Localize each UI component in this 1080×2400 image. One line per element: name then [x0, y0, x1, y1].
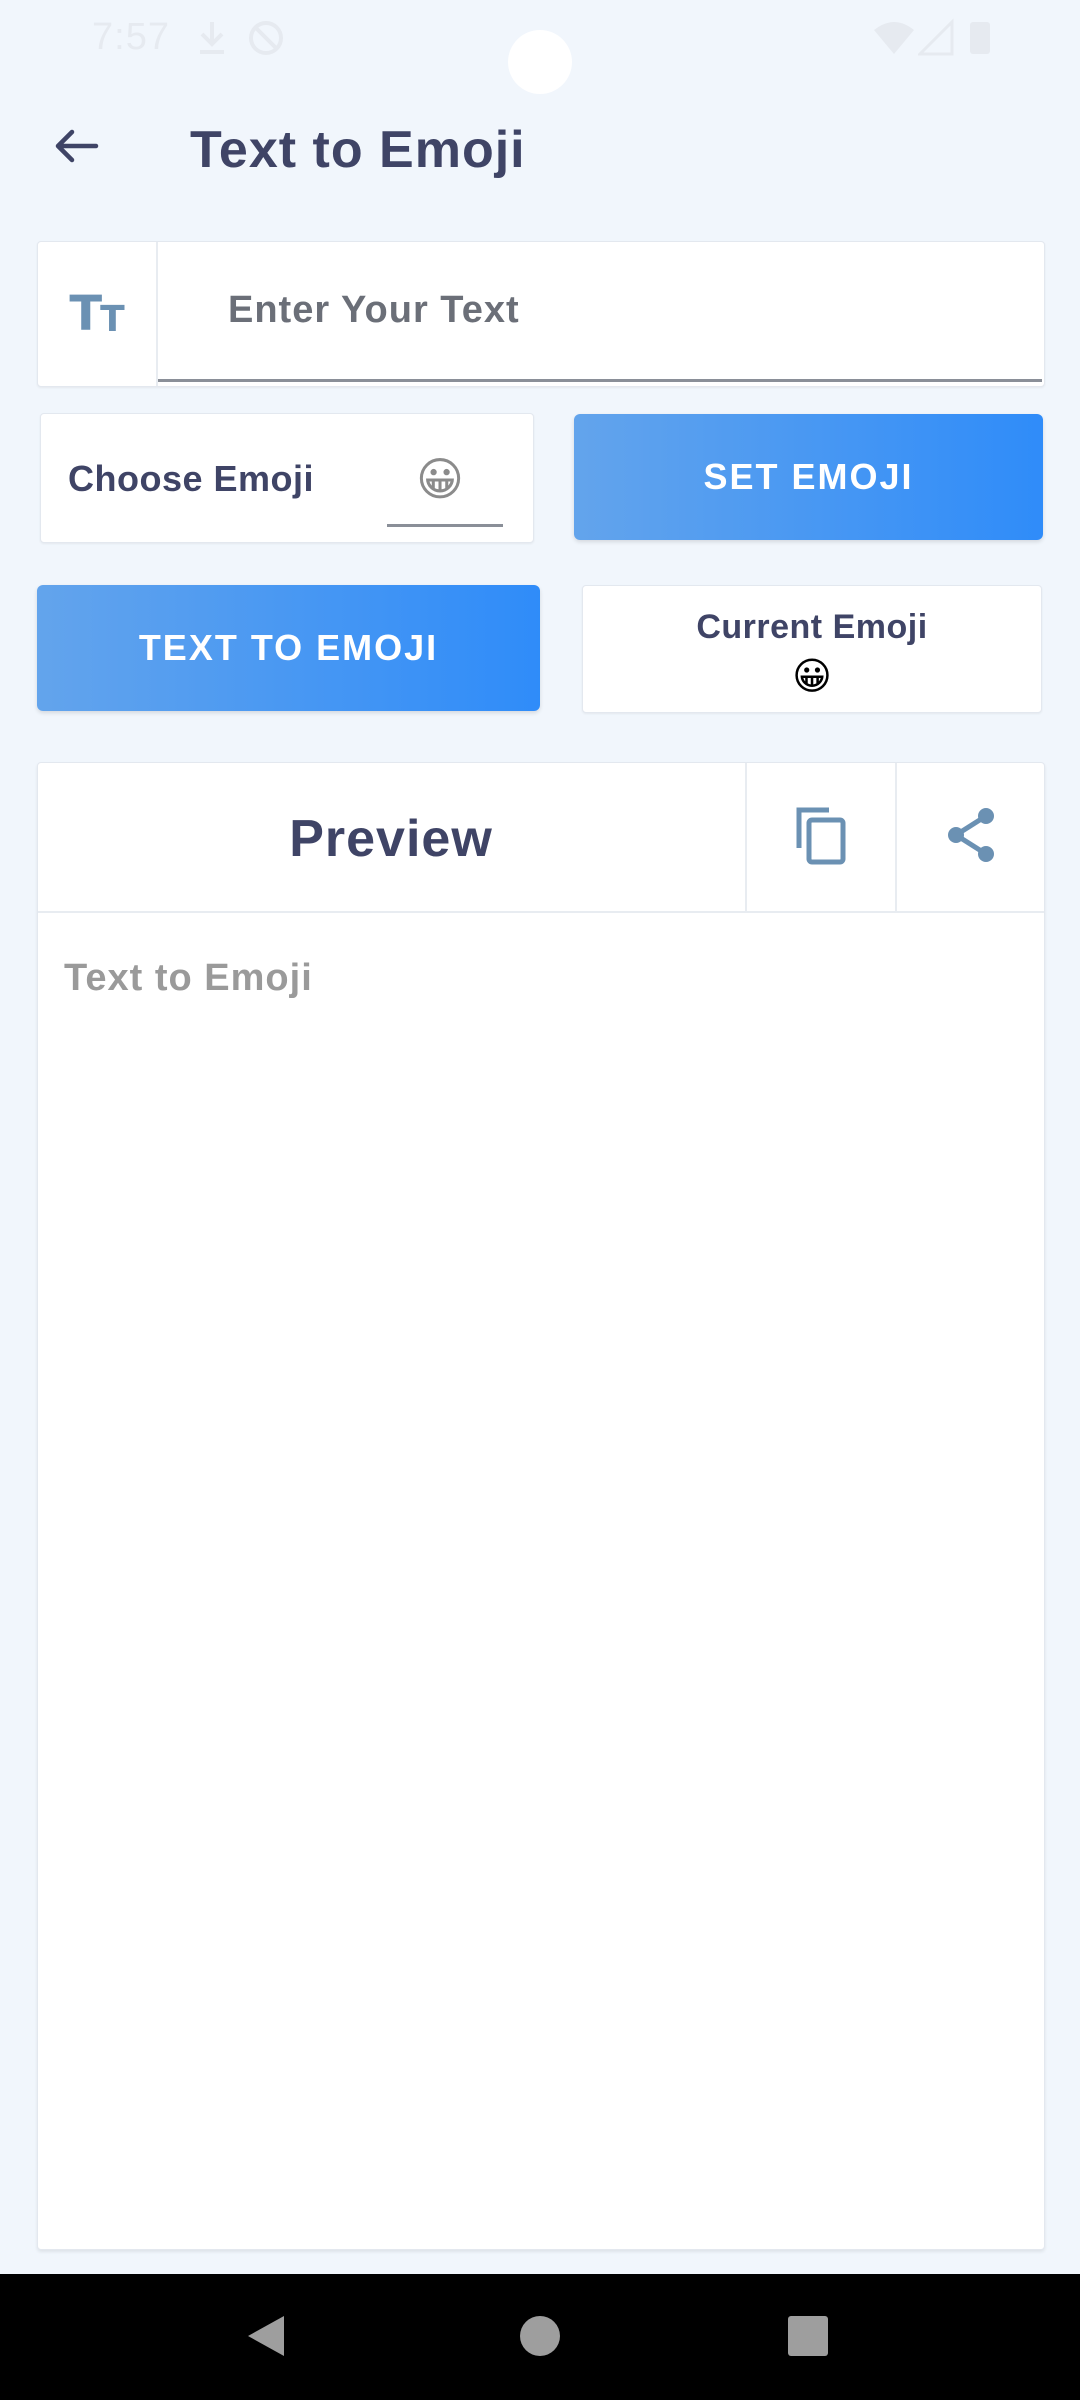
download-icon	[194, 18, 230, 63]
copy-button[interactable]	[745, 763, 895, 911]
status-time: 7:57	[92, 16, 170, 58]
triangle-back-icon	[244, 2312, 288, 2365]
nav-home-button[interactable]	[512, 2310, 568, 2366]
wifi-icon	[872, 18, 916, 63]
battery-icon	[968, 18, 992, 63]
signal-icon	[916, 18, 954, 63]
text-input[interactable]	[158, 242, 1042, 382]
text-to-emoji-button[interactable]: TEXT TO EMOJI	[37, 585, 540, 711]
nav-recents-button[interactable]	[780, 2310, 836, 2366]
app-screen: 7:57 Text to Emoji T T Enter Your Text C…	[0, 0, 1080, 2400]
arrow-left-icon	[52, 126, 100, 171]
current-emoji-value: 😀	[792, 654, 832, 698]
choose-emoji-value[interactable]: 😀	[416, 452, 464, 506]
navigation-bar	[0, 2274, 1080, 2400]
camera-cutout	[508, 30, 572, 94]
text-size-icon: T T	[38, 242, 158, 386]
preview-text: Text to Emoji	[64, 957, 313, 999]
preview-card: Preview Text to Emoji	[37, 762, 1045, 2250]
preview-title: Preview	[289, 810, 493, 868]
do-not-disturb-icon	[246, 18, 286, 63]
set-emoji-button[interactable]: SET EMOJI	[574, 414, 1043, 540]
choose-emoji-label: Choose Emoji	[68, 458, 315, 499]
preview-header: Preview	[38, 763, 1044, 913]
circle-home-icon	[518, 2314, 562, 2363]
text-input-card: T T	[37, 241, 1045, 387]
choose-emoji-underline	[387, 524, 503, 527]
status-bar: 7:57	[0, 0, 1080, 94]
share-button[interactable]	[895, 763, 1045, 911]
current-emoji-label: Current Emoji	[696, 608, 928, 646]
square-recents-icon	[786, 2314, 830, 2363]
text-size-icon-small: T	[100, 299, 125, 340]
back-button[interactable]	[40, 112, 112, 184]
text-size-icon-big: T	[69, 286, 103, 342]
copy-icon	[793, 804, 849, 871]
share-icon	[944, 806, 998, 869]
page-title: Text to Emoji	[190, 121, 526, 179]
choose-emoji-field[interactable]: Choose Emoji 😀	[40, 413, 534, 543]
current-emoji-card: Current Emoji 😀	[582, 585, 1042, 713]
nav-back-button[interactable]	[238, 2310, 294, 2366]
